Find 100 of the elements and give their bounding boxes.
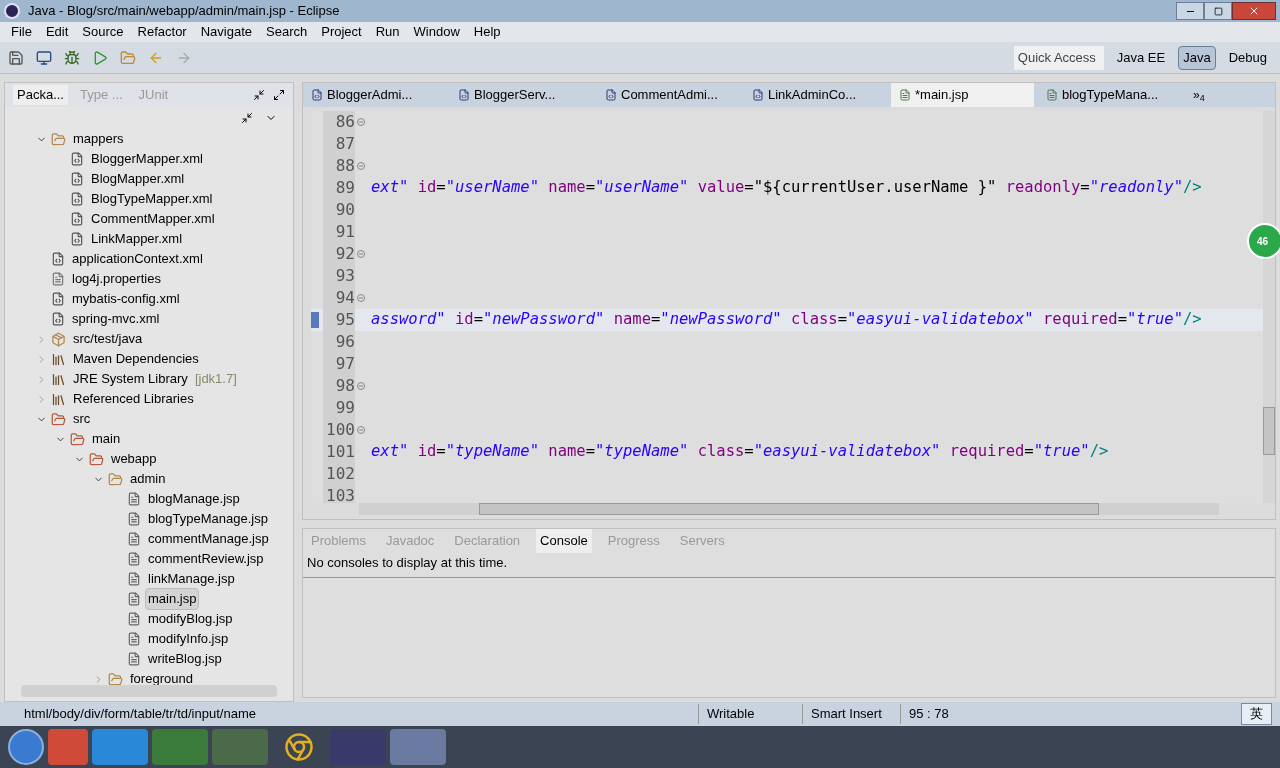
status-mode: Writable — [698, 704, 802, 724]
minimize-button[interactable] — [1176, 2, 1204, 20]
restore-icon — [1213, 6, 1223, 16]
tree-item[interactable]: modifyBlog.jsp — [145, 608, 236, 630]
fold-icon[interactable] — [357, 250, 365, 258]
status-insert-mode: Smart Insert — [802, 704, 900, 724]
restore-button[interactable] — [1204, 2, 1232, 20]
java-file-icon — [605, 89, 617, 101]
editor-tab[interactable]: BloggerAdmi... — [303, 83, 446, 107]
maximize-icon[interactable] — [273, 89, 285, 101]
close-icon — [1248, 5, 1260, 17]
menu-item[interactable]: Refactor — [130, 22, 194, 42]
folder-icon — [89, 451, 104, 467]
tree-item[interactable]: src/test/java — [70, 328, 146, 350]
fold-icon[interactable] — [357, 118, 365, 126]
view-tab[interactable]: Packa... — [13, 85, 68, 105]
editor-tab[interactable]: blogTypeMana... — [1038, 83, 1181, 107]
console-message: No consoles to display at this time. — [303, 553, 1275, 578]
tree-item[interactable]: src — [70, 408, 94, 430]
tree-item[interactable]: webapp — [108, 448, 160, 470]
menu-item[interactable]: File — [4, 22, 39, 42]
menu-item[interactable]: Project — [314, 22, 369, 42]
tree-item[interactable]: commentManage.jsp — [145, 528, 272, 550]
fold-icon[interactable] — [357, 426, 365, 434]
file-icon — [127, 612, 141, 626]
menu-item[interactable]: Window — [406, 22, 467, 42]
tree-item[interactable]: mybatis-config.xml — [69, 288, 183, 310]
tree-item[interactable]: modifyInfo.jsp — [145, 628, 232, 650]
line-number: 93 — [323, 264, 355, 288]
tree-item[interactable]: blogManage.jsp — [145, 488, 243, 510]
tree-item[interactable]: JRE System Library — [70, 368, 191, 390]
line-number: 86 — [323, 111, 355, 134]
save-icon[interactable] — [8, 49, 24, 66]
menu-item[interactable]: Help — [466, 22, 508, 42]
fold-icon[interactable] — [357, 162, 365, 170]
tree-item[interactable]: BlogTypeMapper.xml — [88, 188, 216, 210]
fold-icon[interactable] — [357, 294, 365, 302]
run-icon[interactable] — [92, 49, 108, 66]
editor-tab[interactable]: CommentAdmi... — [597, 83, 740, 107]
editor-tab[interactable]: *main.jsp — [891, 83, 1034, 107]
library-icon — [51, 391, 66, 407]
tree-item[interactable]: main — [89, 428, 124, 450]
line-number: 94 — [323, 286, 355, 310]
version-label: [jdk1.7] — [194, 370, 237, 389]
tree-item[interactable]: applicationContext.xml — [69, 248, 206, 270]
window-title: Java - Blog/src/main/webapp/admin/main.jsp - Eclipse — [28, 2, 340, 21]
browser-icon[interactable] — [284, 732, 314, 762]
tree-item[interactable]: admin — [127, 468, 169, 490]
line-number: 90 — [323, 198, 355, 222]
line-number: 96 — [323, 330, 355, 354]
folder-icon — [51, 411, 66, 427]
tree-item[interactable]: writeBlog.jsp — [145, 648, 225, 670]
java-file-icon — [752, 89, 764, 101]
cursor-position: 95 : 78 — [900, 704, 980, 724]
editor-tab[interactable]: BloggerServ... — [450, 83, 593, 107]
tree-item[interactable]: commentReview.jsp — [145, 548, 267, 570]
line-number: 102 — [323, 462, 355, 486]
minimize-icon[interactable] — [253, 89, 265, 101]
close-button[interactable] — [1232, 2, 1276, 20]
menu-item[interactable]: Search — [259, 22, 315, 42]
line-number: 91 — [323, 220, 355, 244]
tree-item[interactable]: spring-mvc.xml — [69, 308, 163, 330]
xml-file-icon — [70, 152, 84, 166]
menu-item[interactable]: Run — [368, 22, 407, 42]
horizontal-scrollbar[interactable] — [21, 685, 277, 697]
more-tabs-indicator[interactable]: »$_{4}$ — [1193, 86, 1205, 104]
folder-icon — [108, 671, 123, 685]
ime-indicator[interactable]: 英 — [1241, 703, 1272, 725]
perspective-button[interactable]: Java — [1178, 45, 1216, 70]
line-number: 100 — [323, 418, 355, 442]
collapse-all-icon[interactable] — [241, 112, 253, 124]
xml-file-icon — [70, 232, 84, 246]
tree-item[interactable]: CommentMapper.xml — [88, 208, 218, 230]
tree-item[interactable]: linkManage.jsp — [145, 568, 238, 590]
status-path: html/body/div/form/table/tr/td/input/name — [23, 705, 257, 724]
view-tab[interactable]: Console — [536, 529, 592, 553]
tree-item[interactable]: Referenced Libraries — [70, 388, 197, 410]
editor-tab[interactable]: LinkAdminCo... — [744, 83, 887, 107]
tree-item[interactable]: main.jsp — [145, 588, 200, 610]
menu-item[interactable]: Source — [75, 22, 131, 42]
line-number: 89 — [323, 176, 355, 200]
start-button-icon[interactable] — [8, 729, 44, 765]
perspective-button[interactable]: Java EE — [1111, 45, 1171, 70]
file-icon — [127, 552, 141, 566]
debug-icon[interactable] — [64, 49, 80, 66]
tree-item[interactable]: log4j.properties — [69, 268, 164, 290]
tree-item[interactable]: BlogMapper.xml — [88, 168, 188, 190]
horizontal-scrollbar[interactable] — [359, 503, 1219, 515]
menu-item[interactable]: Navigate — [193, 22, 259, 42]
menu-item[interactable]: Edit — [38, 22, 76, 42]
tree-item[interactable]: Maven Dependencies — [70, 348, 202, 370]
tree-item[interactable]: blogTypeManage.jsp — [145, 508, 271, 530]
tree-item[interactable]: mappers — [70, 129, 127, 150]
folder-icon[interactable] — [120, 49, 136, 66]
fold-icon[interactable] — [357, 382, 365, 390]
perspective-button[interactable]: Debug — [1223, 45, 1272, 70]
quick-access-field[interactable]: Quick Access — [1013, 45, 1104, 70]
tree-item[interactable]: BloggerMapper.xml — [88, 148, 206, 170]
tree-item[interactable]: LinkMapper.xml — [88, 228, 186, 250]
monitor-icon[interactable] — [36, 49, 52, 66]
